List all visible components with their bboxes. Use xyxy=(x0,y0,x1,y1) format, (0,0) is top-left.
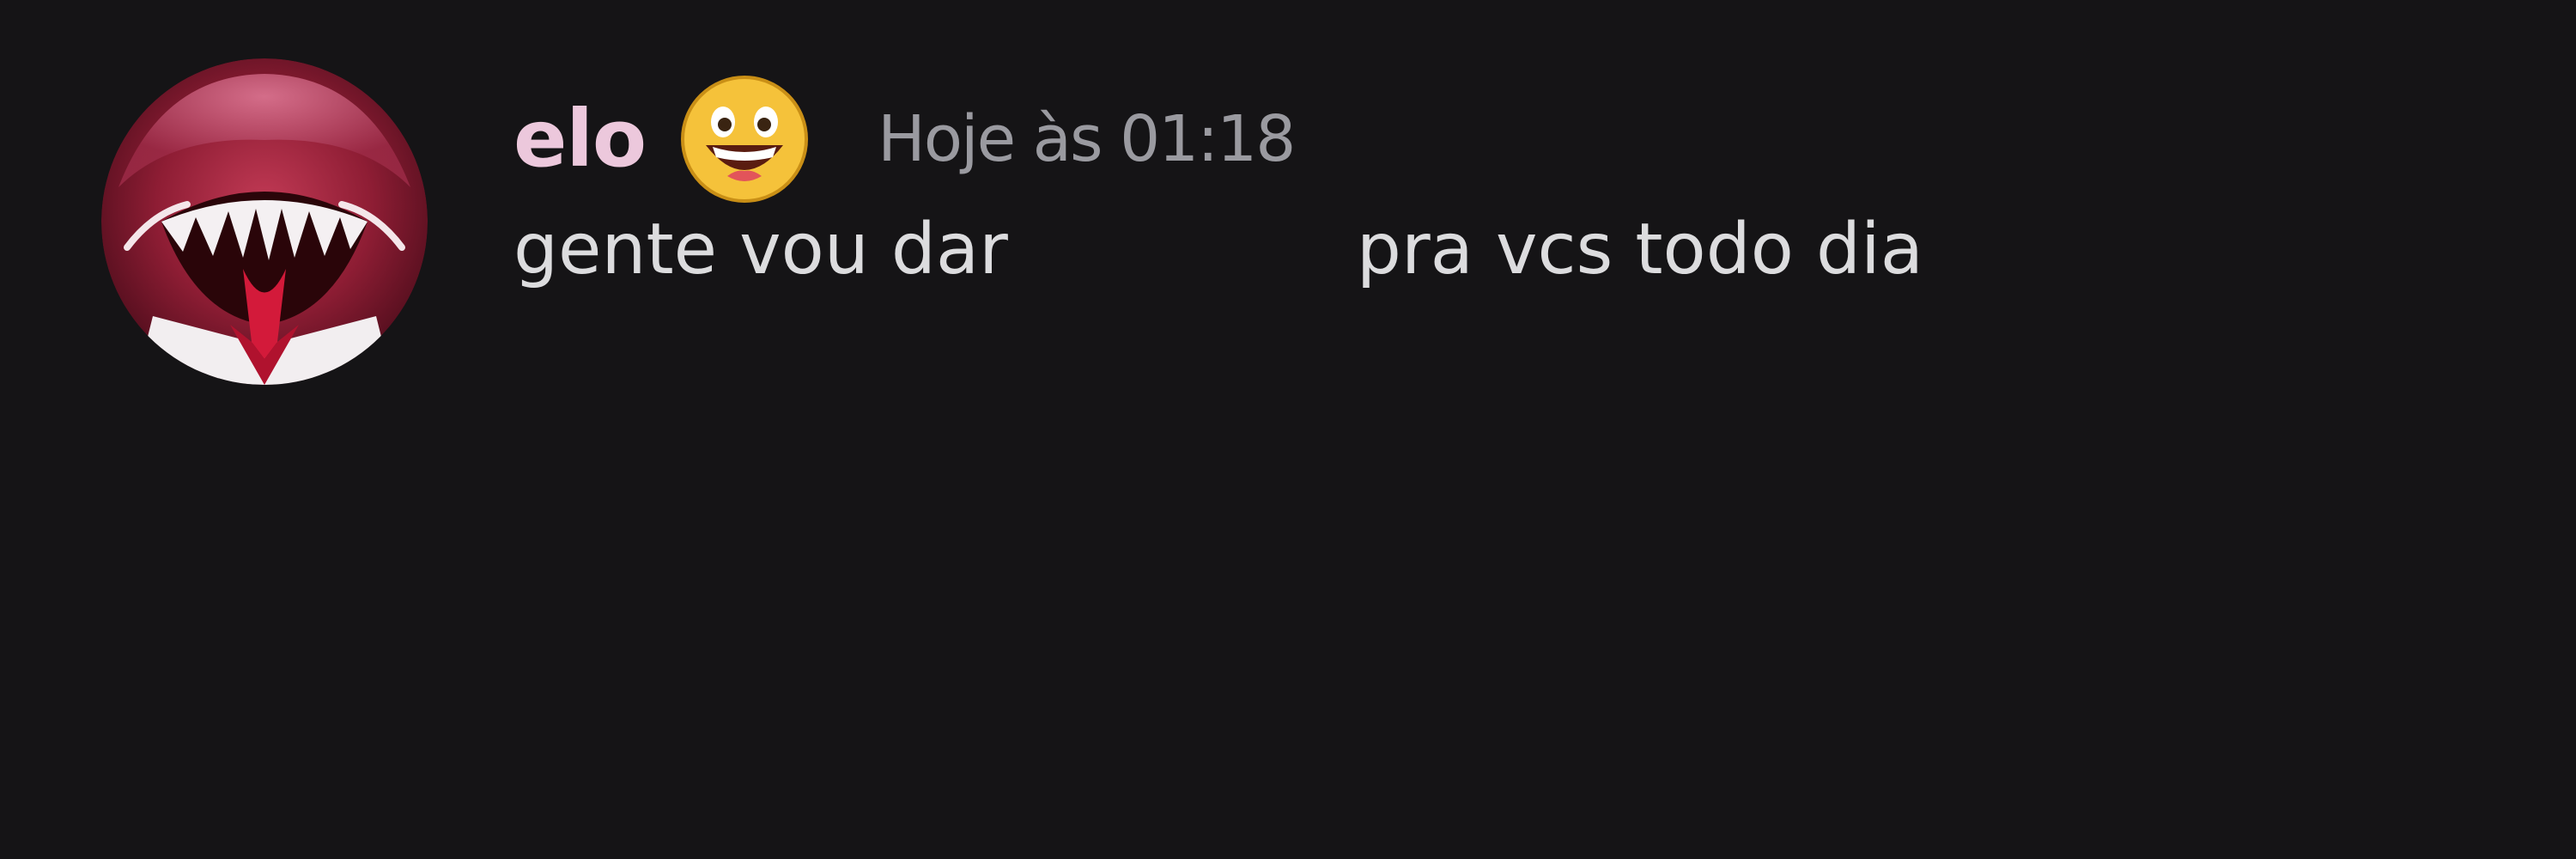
message-text-part-1: gente vou dar xyxy=(513,209,1008,290)
grinning-face-icon xyxy=(680,75,809,204)
message-timestamp[interactable]: Hoje às 01:18 xyxy=(878,107,1296,171)
avatar[interactable] xyxy=(101,58,428,385)
message-text-part-2: pra vcs todo dia xyxy=(1356,209,1924,290)
message-content: gente vou dar pra vcs todo dia xyxy=(513,215,1923,285)
message-header: elo Hoje às 01:18 xyxy=(513,76,1296,203)
chat-message[interactable]: elo Hoje às 01:18 gente vou dar pra vcs t… xyxy=(0,0,2576,430)
username[interactable]: elo xyxy=(513,100,647,179)
avatar-image xyxy=(101,58,428,385)
chat-view: elo Hoje às 01:18 gente vou dar pra vcs t… xyxy=(0,0,2576,859)
